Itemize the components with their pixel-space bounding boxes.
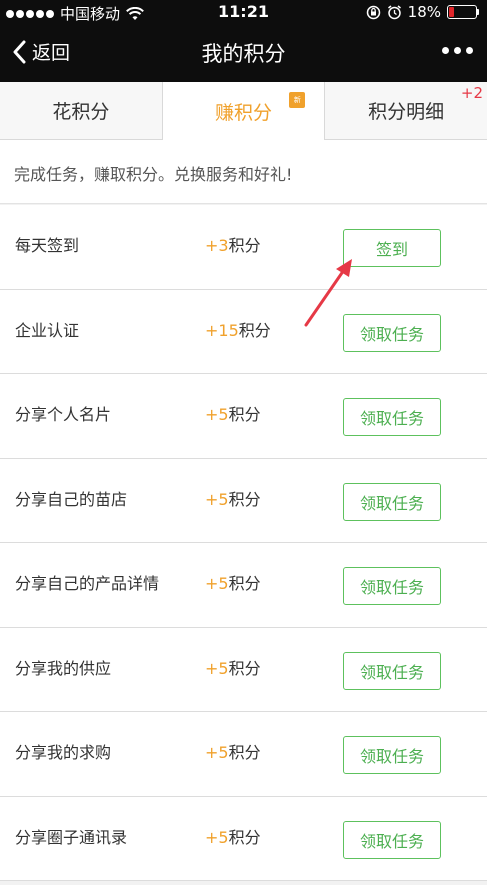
task-points: +15积分 [205, 320, 271, 340]
tab-label: 赚积分 [215, 101, 273, 124]
annotation-arrow-icon [304, 259, 352, 327]
status-bar: 中国移动 11:21 18% [0, 0, 487, 24]
task-row: 分享我的供应 +5积分 领取任务 [0, 627, 487, 712]
task-points: +5积分 [205, 658, 261, 678]
claim-task-button[interactable]: 领取任务 [343, 567, 441, 605]
task-name: 分享自己的苗店 [15, 489, 128, 509]
task-row: 分享我的求购 +5积分 领取任务 [0, 712, 487, 797]
new-badge: 新 [289, 92, 306, 108]
task-row: 每天签到 +3积分 签到 [0, 205, 487, 290]
task-points: +5积分 [205, 827, 261, 847]
task-name: 企业认证 [15, 320, 80, 340]
nav-bar: 返回 我的积分 [0, 24, 487, 82]
claim-task-button[interactable]: 领取任务 [343, 482, 441, 521]
alarm-icon [387, 4, 401, 19]
task-list: 每天签到 +3积分 签到 企业认证 +15积分 领取任务 分享个人名片 +5积分… [0, 205, 487, 881]
claim-task-button[interactable]: 领取任务 [343, 651, 441, 690]
task-points: +5积分 [205, 574, 261, 593]
more-icon[interactable] [442, 47, 473, 54]
task-points: +5积分 [205, 743, 261, 762]
tab-label: 积分明细 [368, 101, 445, 123]
task-row: 分享自己的产品详情 +5积分 领取任务 [0, 543, 487, 628]
task-row: 企业认证 +15积分 领取任务 [0, 289, 487, 374]
task-points: +5积分 [205, 489, 261, 509]
task-name: 每天签到 [15, 236, 80, 255]
battery-percent: 18% [407, 3, 441, 21]
count-badge: +2 [460, 84, 484, 102]
task-row: 分享个人名片 +5积分 领取任务 [0, 374, 487, 459]
task-points: +3积分 [205, 236, 261, 255]
tab-label: 花积分 [52, 101, 110, 123]
task-row: 分享圈子通讯录 +5积分 领取任务 [0, 796, 487, 881]
task-name: 分享个人名片 [15, 405, 112, 424]
page-title: 我的积分 [201, 42, 286, 66]
rotation-lock-icon [366, 5, 380, 19]
tab-earn-points[interactable]: 赚积分 新 [161, 82, 325, 140]
task-name: 分享我的求购 [15, 743, 112, 762]
claim-task-button[interactable]: 领取任务 [343, 736, 441, 774]
task-name: 分享自己的产品详情 [15, 574, 160, 593]
claim-task-button[interactable]: 领取任务 [343, 820, 441, 859]
intro-text: 完成任务，赚取积分。兑换服务和好礼! [0, 140, 487, 204]
claim-task-button[interactable]: 领取任务 [343, 398, 441, 436]
tab-points-detail[interactable]: 积分明细 +2 [324, 82, 487, 140]
task-points: +5积分 [205, 405, 261, 424]
task-row: 分享自己的苗店 +5积分 领取任务 [0, 458, 487, 543]
task-name: 分享我的供应 [15, 658, 112, 678]
tab-bar: 花积分 赚积分 新 积分明细 +2 [0, 82, 487, 140]
tab-spend-points[interactable]: 花积分 [0, 82, 162, 140]
task-name: 分享圈子通讯录 [15, 827, 128, 847]
battery-icon [447, 5, 479, 19]
